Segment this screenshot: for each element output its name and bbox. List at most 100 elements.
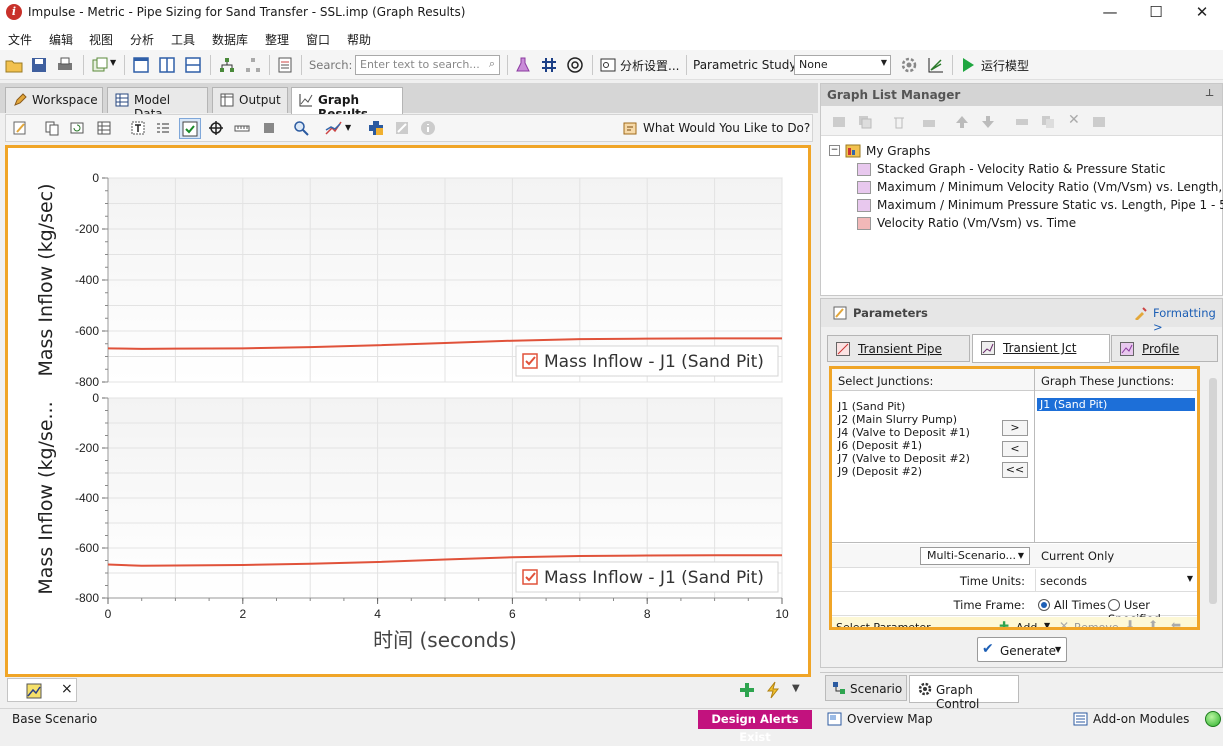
- generate-button[interactable]: ✔ Generate ▼: [977, 637, 1067, 662]
- components-dropdown-icon[interactable]: ▼: [110, 58, 116, 67]
- notes-icon[interactable]: [276, 56, 294, 74]
- add-dropdown-icon[interactable]: ▼: [1044, 621, 1050, 627]
- save-icon[interactable]: [30, 56, 48, 74]
- parametric-study-select[interactable]: None ▼: [794, 55, 891, 75]
- tab-output[interactable]: Output: [212, 87, 288, 113]
- remove-junction-button[interactable]: <: [1002, 441, 1028, 457]
- print-icon[interactable]: [56, 56, 74, 74]
- design-alerts-badge[interactable]: Design Alerts Exist: [698, 710, 812, 744]
- close-graph-tab-icon[interactable]: ×: [61, 681, 73, 697]
- help-wizard-icon[interactable]: [622, 120, 638, 136]
- menu-arrange[interactable]: 整理: [265, 31, 289, 48]
- junction-list-item[interactable]: J2 (Main Slurry Pump): [838, 413, 970, 426]
- parameters-scrollbar[interactable]: [1207, 366, 1219, 630]
- tab-profile[interactable]: Profile: [1111, 335, 1218, 362]
- run-model-icon[interactable]: [959, 56, 977, 74]
- layout-horizontal-icon[interactable]: [184, 56, 202, 74]
- junction-list-item[interactable]: J1 (Sand Pit): [838, 400, 970, 413]
- time-units-select[interactable]: seconds ▼: [1035, 569, 1197, 591]
- layout-vertical-icon[interactable]: [158, 56, 176, 74]
- strip-dropdown-icon[interactable]: ▼: [792, 683, 800, 694]
- title-icon[interactable]: [130, 120, 146, 136]
- menu-analysis[interactable]: 分析: [130, 31, 154, 48]
- flask-icon[interactable]: [514, 56, 532, 74]
- document-tabstrip: Workspace Model Data Output Graph Result…: [0, 83, 818, 121]
- graph-list-item[interactable]: Stacked Graph - Velocity Ratio & Pressur…: [829, 162, 1219, 180]
- legend-checkbox-icon: [522, 569, 538, 585]
- menu-help[interactable]: 帮助: [347, 31, 371, 48]
- legend-label: Mass Inflow - J1 (Sand Pit): [544, 568, 764, 588]
- transient-pipe-icon: [836, 342, 850, 356]
- scale-bar-icon[interactable]: [234, 120, 250, 136]
- tab-scenario[interactable]: Scenario: [825, 675, 907, 701]
- open-folder-icon[interactable]: [5, 56, 23, 74]
- grid-toggle-button[interactable]: [179, 118, 201, 139]
- multi-scenario-button[interactable]: Multi-Scenario... ▼: [920, 547, 1030, 565]
- tab-transient-pipe[interactable]: Transient Pipe: [827, 335, 970, 362]
- graph-canvas[interactable]: 0 -200 -400 -600 -800 Mass Inflow (kg/sec) Mas…: [8, 148, 808, 674]
- menu-file[interactable]: 文件: [8, 31, 32, 48]
- components-icon[interactable]: [91, 56, 109, 74]
- collapse-icon[interactable]: −: [829, 145, 840, 156]
- copy-icon[interactable]: [44, 120, 60, 136]
- menu-window[interactable]: 窗口: [306, 31, 330, 48]
- minimize-button[interactable]: —: [1087, 0, 1133, 26]
- network-icon[interactable]: [218, 56, 236, 74]
- tab-graph-results[interactable]: Graph Results: [291, 87, 403, 121]
- selected-junction-item[interactable]: J1 (Sand Pit): [1037, 398, 1195, 411]
- menu-tools[interactable]: 工具: [171, 31, 195, 48]
- formatting-link[interactable]: Formatting >: [1153, 306, 1222, 334]
- menu-edit[interactable]: 编辑: [49, 31, 73, 48]
- run-model-button[interactable]: 运行模型: [981, 57, 1029, 74]
- chart-options-dropdown-icon[interactable]: ▼: [345, 123, 351, 132]
- data-table-icon[interactable]: [96, 120, 112, 136]
- chart-wizard-icon[interactable]: [927, 56, 945, 74]
- close-window-button[interactable]: ✕: [1179, 0, 1223, 26]
- search-icon[interactable]: ⌕: [489, 57, 495, 71]
- target-icon[interactable]: [566, 56, 584, 74]
- search-input[interactable]: Enter text to search... ⌕: [355, 55, 500, 75]
- junction-list-item[interactable]: J9 (Deposit #2): [838, 465, 970, 478]
- junction-list-item[interactable]: J6 (Deposit #1): [838, 439, 970, 452]
- scrollbar-thumb[interactable]: [1209, 378, 1217, 604]
- stop-icon[interactable]: [261, 120, 277, 136]
- graph-list-item[interactable]: Maximum / Minimum Pressure Static vs. Le…: [829, 198, 1223, 216]
- menu-view[interactable]: 视图: [89, 31, 113, 48]
- add-plus-icon[interactable]: ✚: [999, 619, 1009, 627]
- refresh-icon[interactable]: [69, 120, 85, 136]
- add-series-icon[interactable]: [368, 120, 384, 136]
- tab-workspace[interactable]: Workspace: [5, 87, 103, 113]
- addon-modules-button[interactable]: Add-on Modules: [1093, 712, 1189, 726]
- tree-root[interactable]: − My Graphs: [829, 144, 1219, 162]
- graph-window-tab[interactable]: ×: [7, 678, 77, 702]
- remove-all-junctions-button[interactable]: <<: [1002, 462, 1028, 478]
- zoom-icon[interactable]: [293, 120, 309, 136]
- add-graph-icon[interactable]: [739, 682, 755, 698]
- junction-list-item[interactable]: J4 (Valve to Deposit #1): [838, 426, 970, 439]
- chart-options-icon[interactable]: [324, 120, 342, 136]
- add-parameter-button[interactable]: Add: [1016, 621, 1037, 627]
- maximize-button[interactable]: ☐: [1133, 0, 1179, 26]
- crosshair-icon[interactable]: [208, 120, 224, 136]
- help-prompt[interactable]: What Would You Like to Do?: [643, 121, 810, 135]
- tab-transient-jct[interactable]: Transient Jct: [972, 334, 1110, 363]
- analysis-settings-button[interactable]: 分析设置...: [620, 57, 679, 74]
- junction-list-item[interactable]: J7 (Valve to Deposit #2): [838, 452, 970, 465]
- lightning-icon[interactable]: [765, 681, 781, 699]
- tab-model-data[interactable]: Model Data: [107, 87, 208, 121]
- analysis-settings-icon[interactable]: [599, 56, 617, 74]
- overview-map-button[interactable]: Overview Map: [847, 712, 933, 726]
- menu-database[interactable]: 数据库: [212, 31, 248, 48]
- edit-graph-icon[interactable]: [12, 120, 28, 136]
- pin-icon[interactable]: ⊥: [1205, 88, 1214, 99]
- tab-graph-control[interactable]: Graph Control: [909, 675, 1019, 711]
- grid-network-icon[interactable]: [540, 56, 558, 74]
- graph-list-item[interactable]: Maximum / Minimum Velocity Ratio (Vm/Vsm…: [829, 180, 1223, 198]
- gear-icon[interactable]: [900, 56, 918, 74]
- junction-list[interactable]: J1 (Sand Pit) J2 (Main Slurry Pump) J4 (Va…: [838, 400, 970, 478]
- add-junction-button[interactable]: >: [1002, 420, 1028, 436]
- legend-icon[interactable]: [155, 120, 171, 136]
- graph-list-item[interactable]: Velocity Ratio (Vm/Vsm) vs. Time: [829, 216, 1219, 234]
- layout-single-icon[interactable]: [132, 56, 150, 74]
- all-times-radio[interactable]: All Times: [1038, 598, 1106, 612]
